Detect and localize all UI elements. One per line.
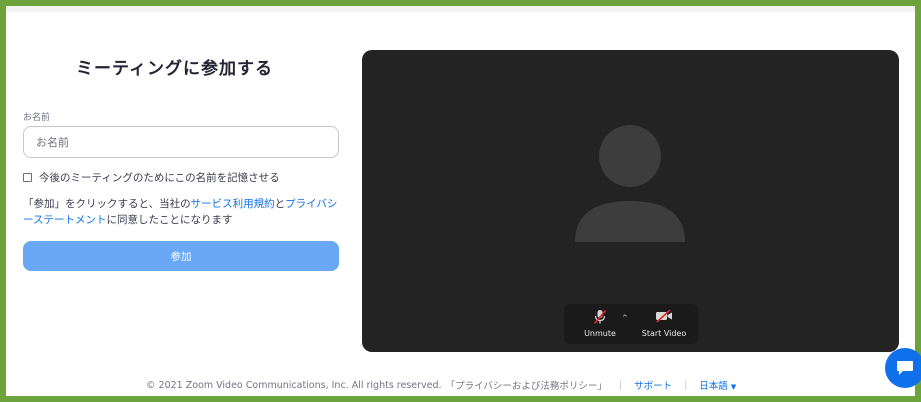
mic-muted-icon [593, 309, 607, 325]
footer-divider: | [684, 379, 688, 391]
unmute-button[interactable]: ^ Unmute [570, 304, 630, 344]
footer-divider: | [618, 379, 623, 391]
video-preview: ^ Unmute Start Video [362, 50, 899, 352]
chevron-down-icon: ▼ [730, 383, 737, 391]
language-selector[interactable]: 日本語 ▼ [699, 378, 736, 392]
copyright-text: © 2021 Zoom Video Communications, Inc. A… [146, 379, 442, 391]
language-label: 日本語 [699, 381, 728, 392]
terms-prefix: 「参加」をクリックすると、当社の [23, 198, 191, 210]
remember-name-checkbox[interactable] [23, 172, 32, 182]
page-title: ミーティングに参加する [76, 59, 273, 79]
start-video-label: Start Video [641, 329, 687, 338]
terms-middle: と [274, 198, 286, 210]
top-strip [6, 6, 915, 12]
preview-controls: ^ Unmute Start Video [564, 304, 698, 344]
start-video-button[interactable]: Start Video [634, 304, 694, 344]
name-label: お名前 [23, 113, 51, 123]
terms-notice: 「参加」をクリックすると、当社のサービス利用規約とプライバシーステートメントに同… [23, 196, 341, 228]
page-frame: ミーティングに参加する お名前 今後のミーティングのためにこの名前を記憶させる … [0, 0, 921, 402]
support-link[interactable]: サポート [634, 378, 672, 392]
footer: © 2021 Zoom Video Communications, Inc. A… [146, 378, 736, 393]
remember-name-label: 今後のミーティングのためにこの名前を記憶させる [39, 171, 280, 184]
chat-icon [897, 361, 913, 375]
remember-name-row[interactable]: 今後のミーティングのためにこの名前を記憶させる [23, 169, 280, 185]
join-button[interactable]: 参加 [23, 241, 339, 271]
video-off-icon [656, 309, 672, 323]
terms-of-service-link[interactable]: サービス利用規約 [191, 198, 275, 210]
chat-button[interactable] [885, 348, 921, 388]
audio-options-caret-icon[interactable]: ^ [622, 314, 628, 322]
name-input[interactable] [23, 126, 339, 158]
privacy-policy-link[interactable]: 「プライバシーおよび法務ポリシー」 [446, 378, 607, 392]
unmute-label: Unmute [584, 329, 616, 338]
terms-suffix: に同意したことになります [106, 214, 233, 226]
